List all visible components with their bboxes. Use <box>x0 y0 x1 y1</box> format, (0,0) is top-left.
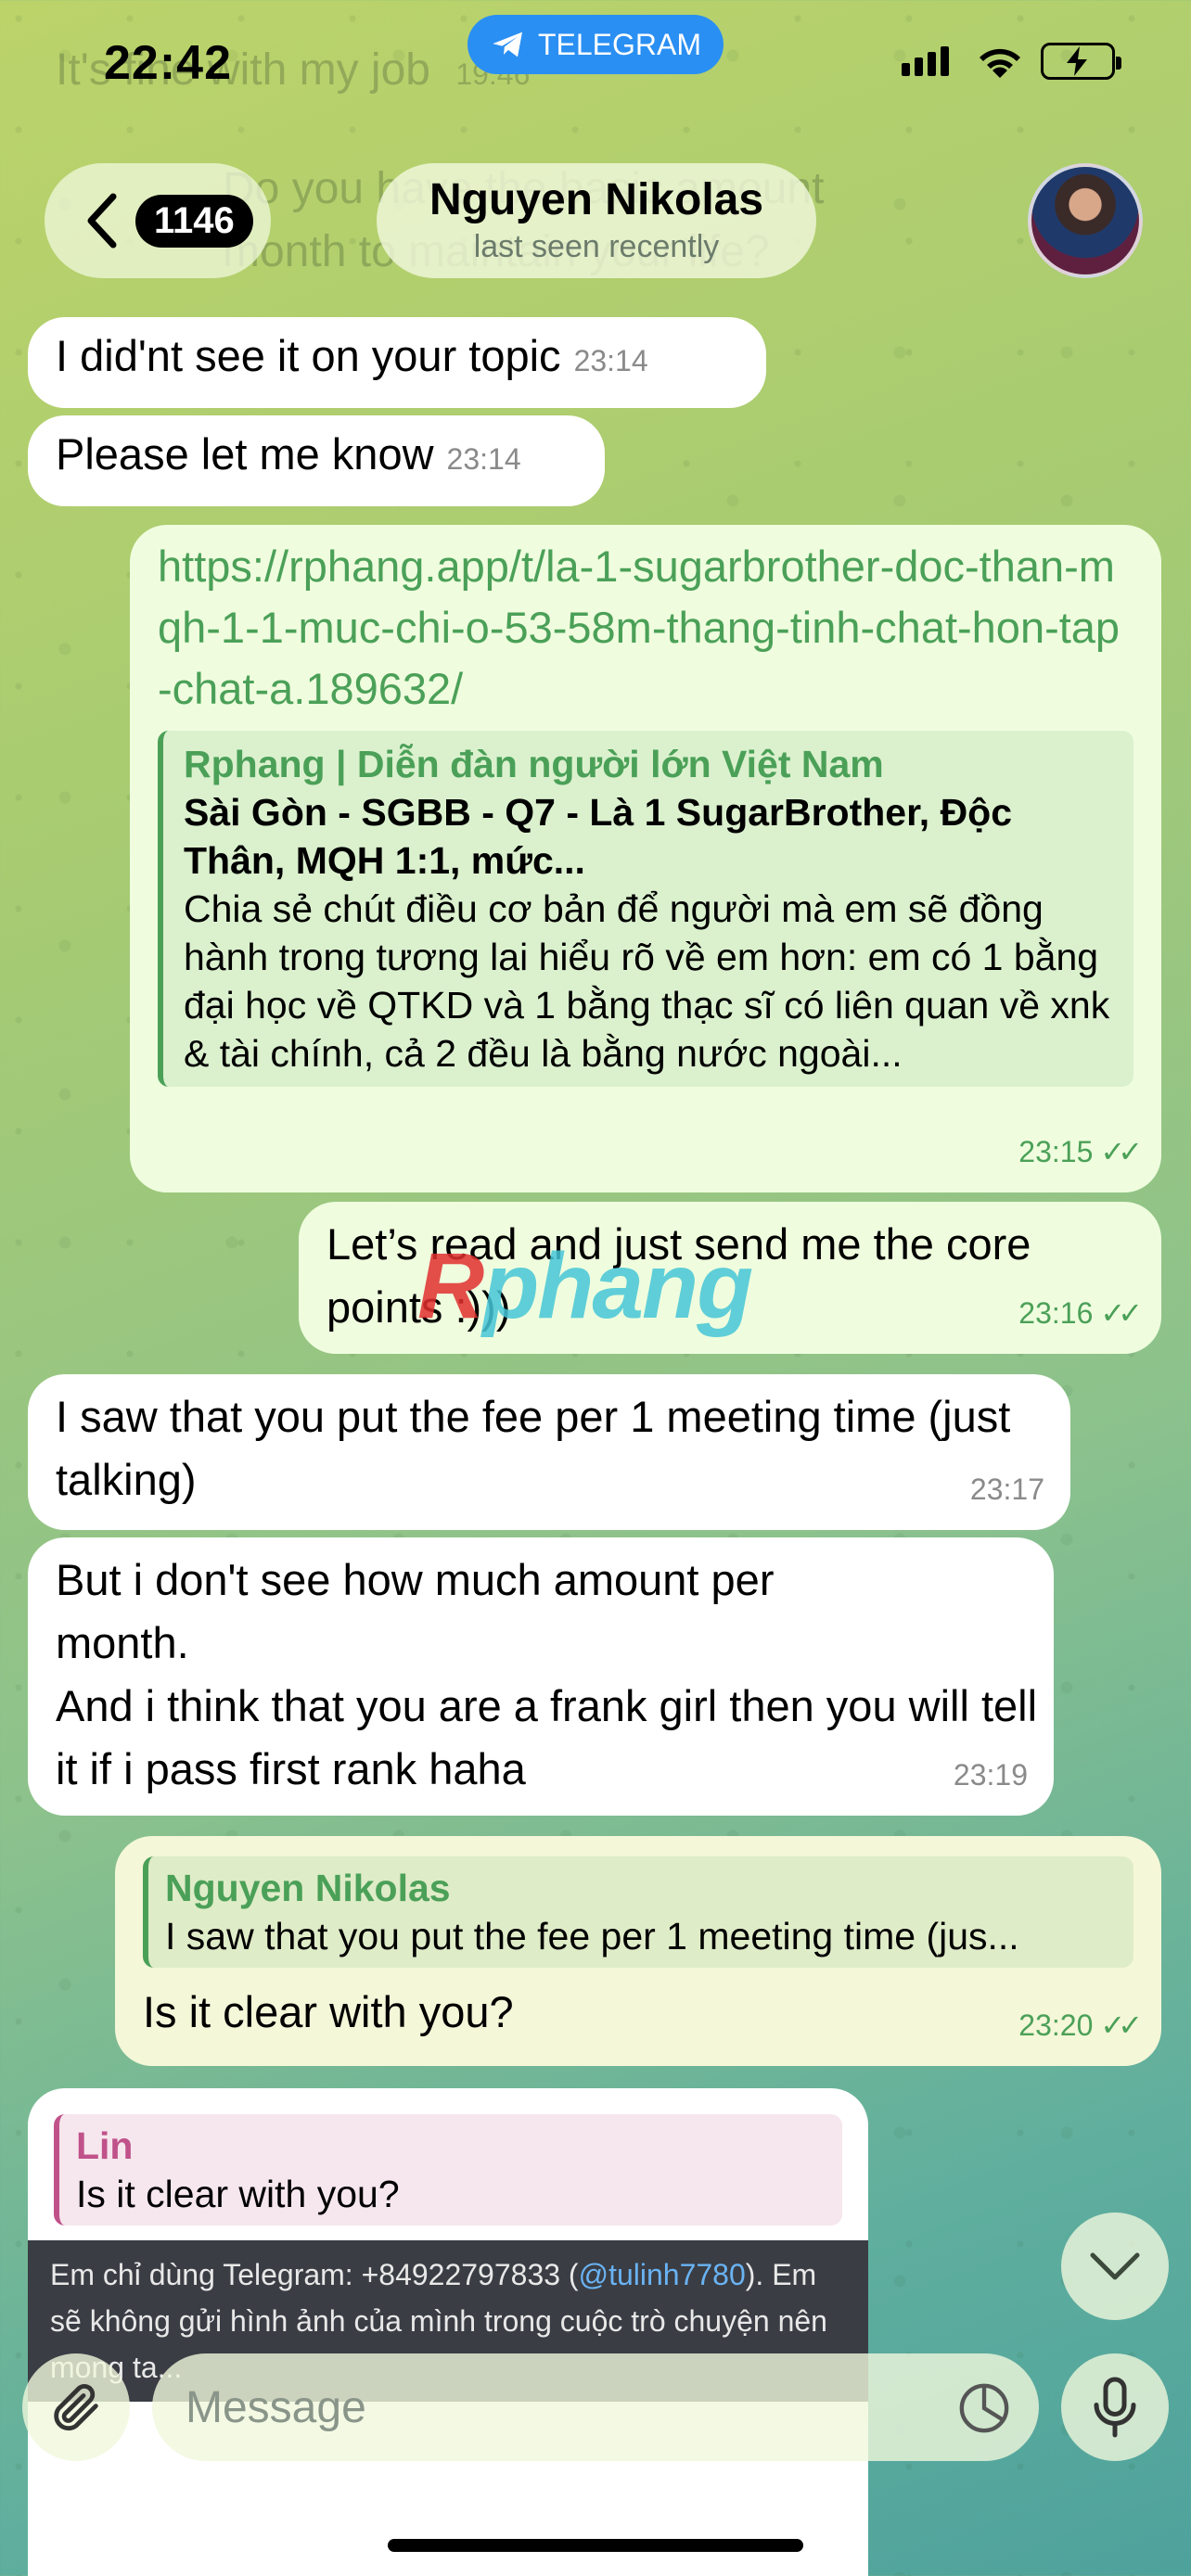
link-preview-site: Rphang | Diễn đàn người lớn Việt Nam <box>184 743 884 785</box>
chevron-left-icon <box>87 193 117 249</box>
link-preview-title: Sài Gòn - SGBB - Q7 - Là 1 SugarBrother,… <box>184 791 1013 882</box>
message-incoming-5[interactable]: Lin Is it clear with you? Em chỉ dùng Te… <box>28 2088 868 2576</box>
link-preview-description: Chia sẻ chút điều cơ bản để người mà em … <box>184 887 1110 1075</box>
attach-button[interactable] <box>22 2353 130 2461</box>
message-time: 23:20 <box>1018 2009 1094 2042</box>
message-incoming-2[interactable]: Please let me know 23:14 <box>28 415 605 506</box>
reply-quote-text: Is it clear with you? <box>76 2173 400 2215</box>
contact-status: last seen recently <box>473 229 720 264</box>
wifi-icon <box>980 48 1020 78</box>
status-time: 22:42 <box>104 36 232 90</box>
read-checkmarks-icon: ✓✓ <box>1100 1135 1143 1168</box>
message-text: Please let me know <box>56 429 434 478</box>
message-text: I did'nt see it on your topic <box>56 331 561 380</box>
message-time: 23:16 <box>1018 1296 1094 1330</box>
message-link[interactable]: https://rphang.app/t/la-1-sugarbrother-d… <box>158 536 1133 720</box>
voice-message-button[interactable] <box>1061 2353 1169 2461</box>
watermark-letter: R <box>417 1234 484 1338</box>
back-button[interactable]: 1146 <box>45 163 271 278</box>
reply-quote-text: I saw that you put the fee per 1 meeting… <box>165 1915 1019 1958</box>
message-input[interactable]: Message <box>152 2353 1039 2461</box>
message-text-line2: And i think that you are a frank girl th… <box>56 1681 1038 1793</box>
message-input-placeholder: Message <box>186 2382 366 2432</box>
microphone-icon <box>1094 2377 1136 2438</box>
message-text-part: Em chỉ dùng Telegram: +84922797833 ( <box>50 2258 579 2291</box>
chevron-down-icon <box>1090 2252 1140 2280</box>
link-preview[interactable]: Rphang | Diễn đàn người lớn Việt Nam Sài… <box>158 731 1133 1087</box>
chat-title[interactable]: Nguyen Nikolas last seen recently <box>377 163 816 278</box>
battery-charging-icon <box>1041 43 1121 80</box>
watermark-text: phang <box>482 1234 753 1338</box>
message-text-line1: But i don't see how much amount per mont… <box>56 1555 775 1667</box>
message-time: 23:14 <box>573 344 648 377</box>
rphang-watermark: Rphang <box>417 1233 753 1340</box>
read-checkmarks-icon: ✓✓ <box>1100 2009 1143 2042</box>
scroll-to-bottom-button[interactable] <box>1061 2213 1169 2320</box>
unread-count-badge: 1146 <box>135 194 253 248</box>
telegram-icon <box>493 32 522 57</box>
message-outgoing-link[interactable]: https://rphang.app/t/la-1-sugarbrother-d… <box>130 525 1161 1192</box>
message-incoming-1[interactable]: I did'nt see it on your topic 23:14 <box>28 317 766 408</box>
message-time: 23:19 <box>953 1758 1028 1792</box>
contact-name: Nguyen Nikolas <box>429 175 764 224</box>
mention-link[interactable]: @tulinh7780 <box>579 2258 746 2291</box>
message-meta: 23:15 ✓✓ <box>1018 1120 1143 1183</box>
telegram-banner[interactable]: TELEGRAM <box>467 15 724 74</box>
message-incoming-4[interactable]: But i don't see how much amount per mont… <box>28 1537 1054 1816</box>
paperclip-icon <box>54 2384 98 2431</box>
message-meta: 23:16 ✓✓ <box>1018 1282 1143 1345</box>
reply-quote[interactable]: Nguyen Nikolas I saw that you put the fe… <box>143 1856 1133 1968</box>
message-time: 23:14 <box>446 442 521 476</box>
reply-quote-author: Lin <box>76 2124 134 2167</box>
telegram-banner-label: TELEGRAM <box>537 27 702 61</box>
message-meta: 23:20 ✓✓ <box>1018 1994 1143 2057</box>
message-outgoing-reply[interactable]: Nguyen Nikolas I saw that you put the fe… <box>115 1836 1161 2066</box>
read-checkmarks-icon: ✓✓ <box>1100 1296 1143 1330</box>
reply-quote-author: Nguyen Nikolas <box>165 1867 451 1909</box>
reply-quote[interactable]: Lin Is it clear with you? <box>54 2114 842 2225</box>
contact-avatar[interactable] <box>1028 163 1143 278</box>
home-indicator <box>388 2539 803 2552</box>
status-bar: 22:42 TELEGRAM <box>0 0 1191 130</box>
message-incoming-3[interactable]: I saw that you put the fee per 1 meeting… <box>28 1374 1070 1530</box>
sticker-icon[interactable] <box>957 2381 1011 2435</box>
message-text: I saw that you put the fee per 1 meeting… <box>56 1392 1011 1504</box>
message-text: Is it clear with you? <box>143 1987 514 2036</box>
message-time: 23:15 <box>1018 1135 1094 1168</box>
cellular-signal-icon <box>902 46 949 76</box>
message-time: 23:17 <box>969 1473 1044 1506</box>
